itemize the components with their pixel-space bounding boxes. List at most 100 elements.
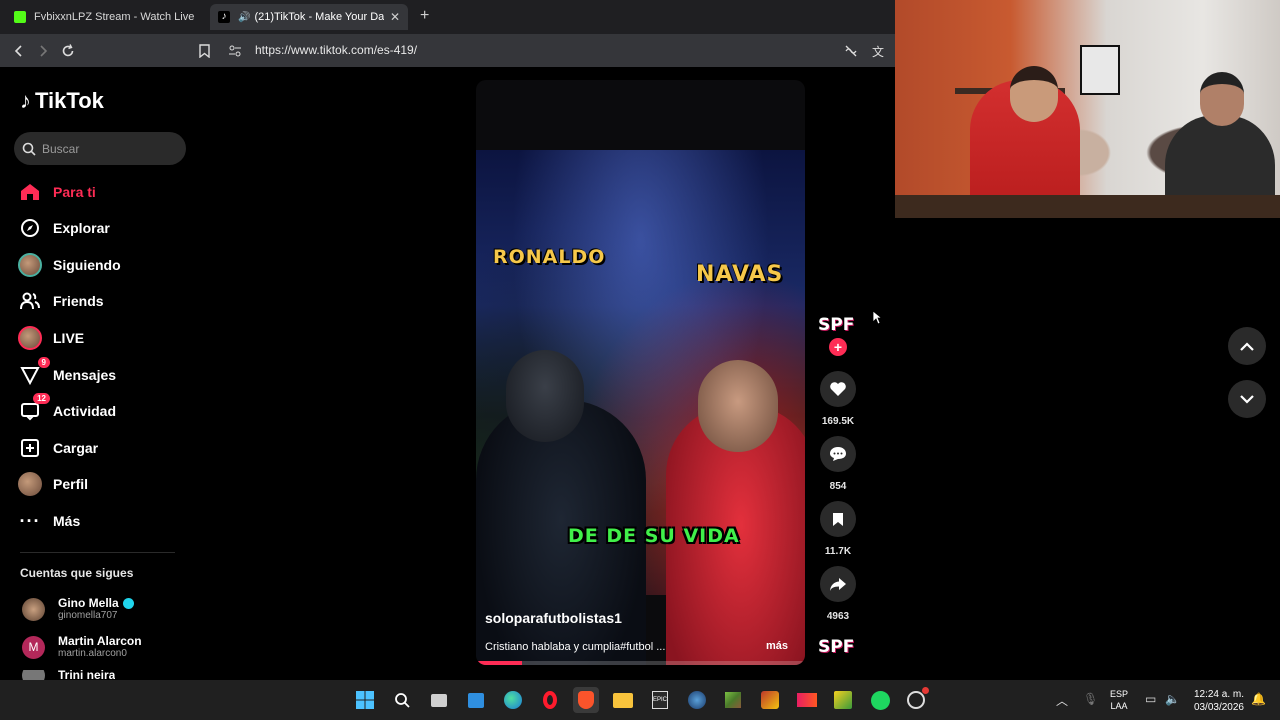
mouse-cursor-icon <box>872 310 883 330</box>
microphone-icon[interactable]: 🎙 <box>1083 692 1098 706</box>
tab-kick[interactable]: FvbixxnLPZ Stream - Watch Live on K <box>6 4 202 30</box>
opera-icon[interactable] <box>537 687 563 713</box>
account-handle: ginomella707 <box>58 610 118 621</box>
nav-following[interactable]: Siguiendo <box>18 253 121 277</box>
tab-tiktok[interactable]: ♪ 🔊 (21)TikTok - Make Your Day ✕ <box>210 4 408 30</box>
kick-favicon-icon <box>14 11 26 23</box>
video-author[interactable]: soloparafutbolistas1 <box>485 610 622 626</box>
nav-label: LIVE <box>53 330 85 346</box>
clock[interactable]: 12:24 a. m. 03/03/2026 <box>1188 688 1244 714</box>
no-audio-icon[interactable] <box>840 40 862 62</box>
nav-label: Perfil <box>53 476 89 492</box>
like-button[interactable] <box>820 371 856 407</box>
arrow-right-icon[interactable] <box>32 40 54 62</box>
avatar <box>22 670 45 680</box>
new-tab-icon[interactable]: + <box>420 7 429 25</box>
tiktok-logo[interactable]: ♪ TikTok <box>20 88 104 114</box>
translate-icon[interactable]: 文 <box>867 40 889 62</box>
nav-label: Siguiendo <box>53 257 121 273</box>
comment-button[interactable] <box>820 436 856 472</box>
following-account[interactable]: Trini neira <box>22 670 115 680</box>
url-field[interactable]: https://www.tiktok.com/es-419/ <box>255 43 417 57</box>
video-subtitle: DE DE SU VIDA <box>568 525 740 547</box>
creator-avatar[interactable]: SPF <box>818 315 854 335</box>
nav-messages[interactable]: 9 Mensajes <box>18 357 117 387</box>
video-head-right <box>698 360 778 452</box>
store-icon[interactable] <box>463 687 489 713</box>
speaker-icon[interactable]: 🔊 <box>238 12 250 23</box>
activity-badge: 12 <box>33 393 50 404</box>
game-icon[interactable] <box>757 687 783 713</box>
share-count: 4963 <box>826 611 850 622</box>
spotify-icon[interactable] <box>867 687 893 713</box>
nav-upload[interactable]: Cargar <box>18 436 98 460</box>
nav-activity[interactable]: 12 Actividad <box>18 393 116 423</box>
input-language[interactable]: ESP LAA <box>1110 688 1128 712</box>
tiktok-note-icon: ♪ <box>20 88 31 113</box>
volume-icon[interactable]: 🔈 <box>1165 692 1180 706</box>
previous-video-button[interactable] <box>1228 327 1266 365</box>
keyboard-layout: LAA <box>1110 701 1128 711</box>
forza-icon[interactable] <box>794 687 820 713</box>
following-section-title: Cuentas que sigues <box>20 566 134 580</box>
nav-label: Cargar <box>53 440 99 456</box>
account-name: Trini neira <box>58 670 116 680</box>
video-progress-fill <box>476 661 523 665</box>
search-icon <box>22 142 36 156</box>
nav-label: Explorar <box>53 220 110 236</box>
heart-icon <box>830 382 846 396</box>
address-bar <box>0 34 895 67</box>
nav-label: Mensajes <box>53 367 117 383</box>
avatar <box>22 597 45 621</box>
video-more-link[interactable]: más <box>766 640 788 652</box>
video-caption-left: RONALDO <box>493 246 606 268</box>
file-explorer-icon[interactable] <box>610 687 636 713</box>
close-tab-icon[interactable]: ✕ <box>390 10 400 24</box>
brave-icon[interactable] <box>573 687 599 713</box>
account-handle: martin.alarcon0 <box>58 648 127 659</box>
activity-icon: 12 <box>18 393 50 423</box>
save-button[interactable] <box>820 501 856 537</box>
follow-plus-icon[interactable]: + <box>829 338 847 356</box>
nav-for-you[interactable]: Para ti <box>18 180 96 204</box>
notification-icon[interactable]: 🔔 <box>1251 692 1266 706</box>
search-input[interactable]: Buscar <box>14 132 186 165</box>
search-icon[interactable] <box>389 687 415 713</box>
minecraft-icon[interactable] <box>720 687 746 713</box>
nav-label: Friends <box>53 293 104 309</box>
tray-chevron-up-icon[interactable]: ︿ <box>1056 692 1068 709</box>
clock-time: 12:24 a. m. <box>1193 689 1244 700</box>
nav-explore[interactable]: Explorar <box>18 216 110 240</box>
message-icon: 9 <box>18 357 50 387</box>
video-player[interactable]: RONALDO NAVAS DE DE SU VIDA soloparafutb… <box>476 80 805 665</box>
edge-icon[interactable] <box>500 687 526 713</box>
task-view-icon[interactable] <box>426 687 452 713</box>
nav-profile[interactable]: Perfil <box>18 472 88 496</box>
following-account[interactable]: M Martin Alarcon martin.alarcon0 <box>22 634 142 660</box>
following-account[interactable]: Gino Mella ginomella707 <box>22 596 134 622</box>
site-settings-icon[interactable] <box>224 40 246 62</box>
network-icon[interactable]: ▭ <box>1145 692 1156 706</box>
bookmark-icon[interactable] <box>193 40 215 62</box>
next-video-button[interactable] <box>1228 380 1266 418</box>
windows-start-icon[interactable] <box>352 687 378 713</box>
share-button[interactable] <box>820 566 856 602</box>
discord-icon[interactable] <box>903 687 929 713</box>
following-avatar <box>18 253 42 277</box>
nav-live[interactable]: LIVE <box>18 326 84 350</box>
next-creator-avatar[interactable]: SPF <box>818 637 854 657</box>
video-progress-bar[interactable] <box>476 661 805 665</box>
nav-label: Para ti <box>53 184 96 200</box>
save-count: 11.7K <box>824 546 852 557</box>
nav-friends[interactable]: Friends <box>18 289 104 313</box>
reload-icon[interactable] <box>57 40 79 62</box>
epic-games-icon[interactable]: EPIC <box>647 687 673 713</box>
arrow-left-icon[interactable] <box>8 40 30 62</box>
comment-count: 854 <box>829 481 847 492</box>
app-icon[interactable] <box>830 687 856 713</box>
steam-icon[interactable] <box>684 687 710 713</box>
search-placeholder: Buscar <box>42 141 80 156</box>
tab-title: (21)TikTok - Make Your Day <box>254 11 384 23</box>
home-icon <box>18 180 42 204</box>
nav-more[interactable]: ··· Más <box>18 509 81 533</box>
